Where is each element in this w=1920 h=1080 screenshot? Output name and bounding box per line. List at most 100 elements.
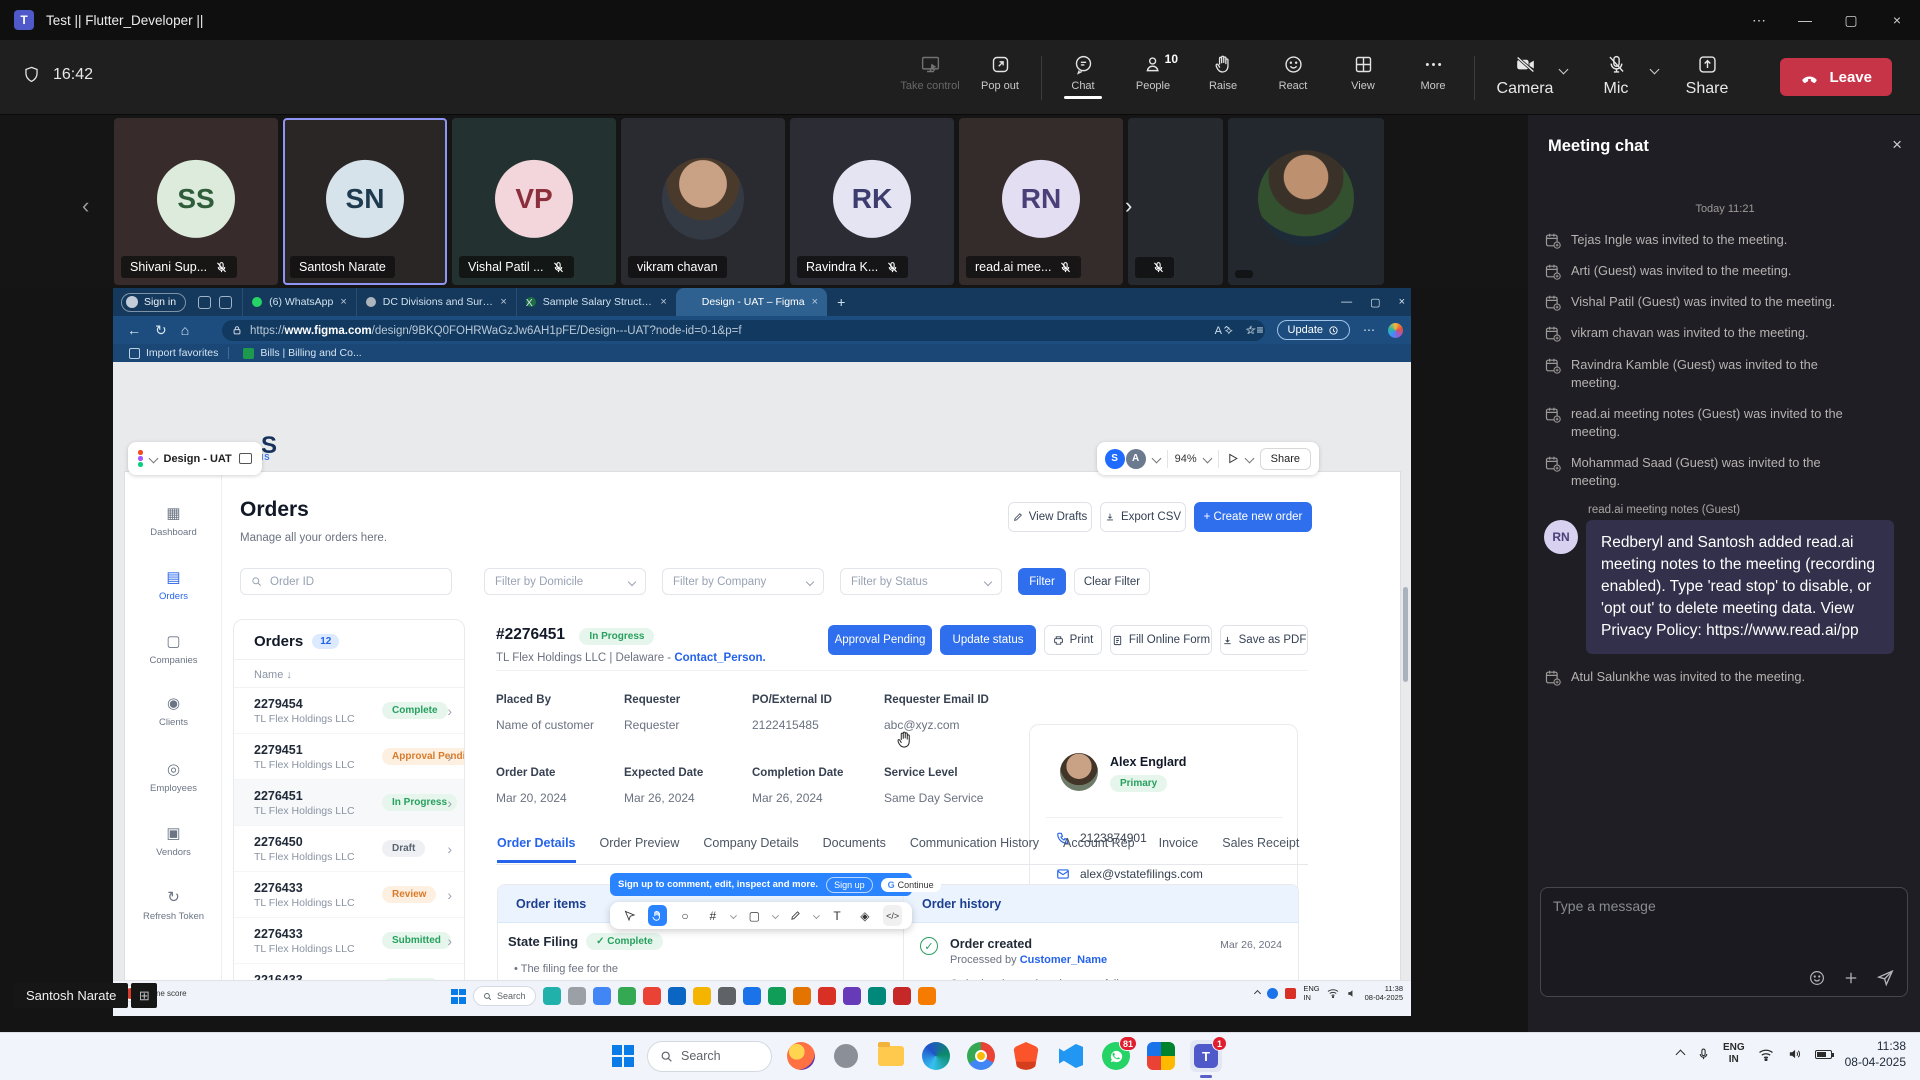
print-button[interactable]: Print	[1044, 625, 1102, 655]
leave-button[interactable]: Leave	[1780, 58, 1892, 96]
carousel-prev-icon[interactable]: ‹	[82, 193, 89, 219]
browser-tab[interactable]: DC Divisions and Surroundings ×	[356, 288, 516, 316]
order-row[interactable]: 2276433 TL Flex Holdings LLC Review ›	[234, 872, 464, 918]
app-icon[interactable]	[618, 987, 636, 1005]
zoom-level[interactable]: 94%	[1175, 453, 1197, 465]
collaborators-chevron-icon[interactable]	[1151, 454, 1161, 464]
figma-file-menu[interactable]: Design - UAT	[128, 442, 262, 475]
create-new-order-button[interactable]: + Create new order	[1194, 502, 1312, 532]
shared-search-box[interactable]: Search	[473, 986, 536, 1006]
shared-language-indicator[interactable]: ENGIN	[1303, 984, 1319, 1003]
app-icon[interactable]	[918, 987, 936, 1005]
participant-tile[interactable]: RK Ravindra K...	[790, 118, 954, 285]
tray-app-icon[interactable]	[1285, 988, 1296, 999]
app-icon[interactable]	[893, 987, 911, 1005]
app-icon[interactable]	[568, 987, 586, 1005]
tray-expand-icon[interactable]	[1254, 990, 1261, 997]
settings-dots-icon[interactable]: ⋯	[1363, 323, 1375, 337]
app-icon[interactable]	[793, 987, 811, 1005]
row-chevron-icon[interactable]: ›	[447, 795, 452, 811]
extensions-icon[interactable]: ⟡	[1225, 323, 1233, 338]
vscode-icon[interactable]	[1055, 1040, 1087, 1072]
app-icon[interactable]	[693, 987, 711, 1005]
move-tool-icon[interactable]	[620, 905, 639, 926]
orders-sort-header[interactable]: Name ↓	[234, 660, 464, 688]
emoji-icon[interactable]	[1808, 969, 1826, 987]
detail-tab[interactable]: Order Preview	[600, 836, 680, 863]
filter-company-select[interactable]: Filter by Company	[662, 568, 824, 595]
more-window-options-icon[interactable]: ⋯	[1736, 0, 1782, 40]
taskbar-clock[interactable]: 11:3808-04-2025	[1845, 1038, 1906, 1070]
frame-tool-icon[interactable]: #	[703, 905, 722, 926]
app-icon[interactable]	[668, 987, 686, 1005]
language-indicator[interactable]: ENGIN	[1723, 1042, 1745, 1066]
volume-icon[interactable]	[1787, 1047, 1802, 1061]
order-row[interactable]: 2279454 TL Flex Holdings LLC Complete ›	[234, 688, 464, 734]
new-tab-icon[interactable]: +	[837, 294, 845, 310]
share-controls-icon[interactable]: ⊞	[131, 983, 157, 1008]
vertical-tabs-icon[interactable]	[219, 296, 232, 309]
people-button[interactable]: 10 People	[1118, 48, 1188, 92]
attach-plus-icon[interactable]	[1842, 969, 1860, 987]
save-as-pdf-button[interactable]: Save as PDF	[1220, 625, 1308, 655]
sidebar-item[interactable]: ▦ Dashboard	[125, 506, 222, 538]
address-bar[interactable]: https://www.figma.com/design/9BKQ0FOHRWa…	[222, 320, 1265, 341]
filter-button[interactable]: Filter	[1018, 568, 1066, 595]
app-icon[interactable]	[743, 987, 761, 1005]
browser-update-button[interactable]: Update	[1277, 320, 1350, 340]
close-tab-icon[interactable]: ×	[660, 296, 666, 308]
browser-tab[interactable]: (6) WhatsApp ×	[242, 288, 356, 316]
pop-out-button[interactable]: Pop out	[965, 48, 1035, 92]
participant-tile[interactable]: SS Shivani Sup...	[114, 118, 278, 285]
browser-tab[interactable]: X Sample Salary Structure with calc ×	[516, 288, 676, 316]
settings-icon[interactable]	[830, 1040, 862, 1072]
camera-options-chevron-icon[interactable]	[1559, 65, 1569, 75]
taskbar-search-box[interactable]: Search	[647, 1041, 772, 1072]
camera-button[interactable]: Camera	[1494, 48, 1556, 98]
home-icon[interactable]: ⌂	[181, 322, 189, 338]
contact-person-link[interactable]: Contact_Person.	[674, 652, 765, 664]
start-button-icon[interactable]	[451, 989, 466, 1004]
row-chevron-icon[interactable]: ›	[447, 749, 452, 765]
sidebar-item[interactable]: ▣ Vendors	[125, 826, 222, 858]
react-button[interactable]: React	[1258, 48, 1328, 92]
dev-mode-icon[interactable]: </>	[883, 905, 902, 926]
file-explorer-icon[interactable]	[875, 1040, 907, 1072]
detail-tab[interactable]: Sales Receipt	[1222, 836, 1299, 863]
comment-tool-icon[interactable]: ○	[676, 905, 695, 926]
brave-icon[interactable]	[1010, 1040, 1042, 1072]
sidebar-item[interactable]: ▢ Companies	[125, 634, 222, 666]
participant-tile[interactable]: VP Vishal Patil ...	[452, 118, 616, 285]
tray-expand-icon[interactable]	[1675, 1049, 1685, 1059]
zoom-chevron-icon[interactable]	[1202, 454, 1212, 464]
bookmark-import-favorites[interactable]: Import favorites	[129, 347, 218, 359]
browser-maximize-icon[interactable]: ▢	[1370, 296, 1380, 309]
copilot-icon[interactable]	[1388, 323, 1403, 338]
sidebar-item[interactable]: ↻ Refresh Token	[125, 890, 222, 922]
refresh-icon[interactable]: ↻	[155, 322, 167, 339]
app-icon[interactable]	[543, 987, 561, 1005]
maximize-button[interactable]: ▢	[1828, 0, 1874, 40]
teams-icon[interactable]: T 1	[1190, 1040, 1222, 1072]
close-button[interactable]: ×	[1874, 0, 1920, 40]
more-button[interactable]: More	[1398, 48, 1468, 92]
browser-close-icon[interactable]: ×	[1399, 296, 1405, 308]
detail-tab[interactable]: Account Rep	[1063, 836, 1135, 863]
contact-email[interactable]: alex@vstatefilings.com	[1080, 867, 1203, 881]
close-tab-icon[interactable]: ×	[812, 296, 818, 308]
present-chevron-icon[interactable]	[1244, 454, 1254, 464]
row-chevron-icon[interactable]: ›	[447, 703, 452, 719]
participant-tile[interactable]	[1228, 118, 1384, 285]
app-icon[interactable]	[593, 987, 611, 1005]
tray-mic-icon[interactable]	[1697, 1047, 1710, 1062]
sign-up-button[interactable]: Sign up	[826, 877, 873, 893]
detail-tab[interactable]: Documents	[823, 836, 886, 863]
raise-hand-button[interactable]: Raise	[1188, 48, 1258, 92]
figma-share-button[interactable]: Share	[1260, 448, 1311, 470]
battery-icon[interactable]	[1815, 1050, 1832, 1059]
detail-tab[interactable]: Communication History	[910, 836, 1039, 863]
app-icon[interactable]	[643, 987, 661, 1005]
page-scrollbar[interactable]	[1403, 587, 1408, 682]
filter-domicile-select[interactable]: Filter by Domicile	[484, 568, 646, 595]
browser-minimize-icon[interactable]: —	[1341, 296, 1352, 308]
